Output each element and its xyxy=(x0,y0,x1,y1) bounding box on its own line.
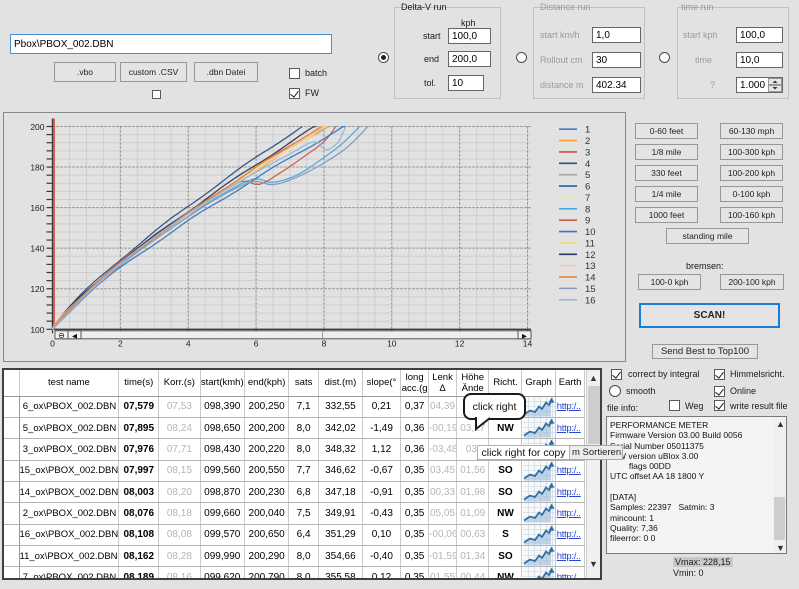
svg-text:8: 8 xyxy=(322,338,327,348)
svg-text:100: 100 xyxy=(30,325,44,335)
svg-text:1: 1 xyxy=(585,125,590,136)
svg-text:10: 10 xyxy=(585,227,596,238)
svg-text:2: 2 xyxy=(118,338,123,348)
svg-text:200: 200 xyxy=(30,122,44,132)
svg-text:6: 6 xyxy=(254,338,259,348)
svg-text:3: 3 xyxy=(585,147,590,158)
svg-text:11: 11 xyxy=(585,238,595,249)
svg-text:16: 16 xyxy=(585,295,596,306)
svg-text:12: 12 xyxy=(455,338,465,348)
svg-text:6: 6 xyxy=(585,182,590,193)
svg-text:10: 10 xyxy=(387,338,397,348)
svg-text:4: 4 xyxy=(585,159,590,170)
svg-text:12: 12 xyxy=(585,250,596,261)
svg-text:15: 15 xyxy=(585,284,596,295)
svg-text:8: 8 xyxy=(585,204,590,215)
svg-text:2: 2 xyxy=(585,136,590,147)
svg-text:14: 14 xyxy=(585,273,596,284)
svg-text:13: 13 xyxy=(585,261,596,272)
svg-text:9: 9 xyxy=(585,216,590,227)
svg-text:7: 7 xyxy=(585,193,590,204)
svg-text:120: 120 xyxy=(30,284,44,294)
svg-text:0: 0 xyxy=(50,338,55,348)
svg-text:4: 4 xyxy=(186,338,191,348)
svg-text:5: 5 xyxy=(585,170,590,181)
svg-text:140: 140 xyxy=(30,244,44,254)
svg-text:160: 160 xyxy=(30,203,44,213)
svg-text:⊖: ⊖ xyxy=(58,331,65,340)
svg-text:180: 180 xyxy=(30,163,44,173)
